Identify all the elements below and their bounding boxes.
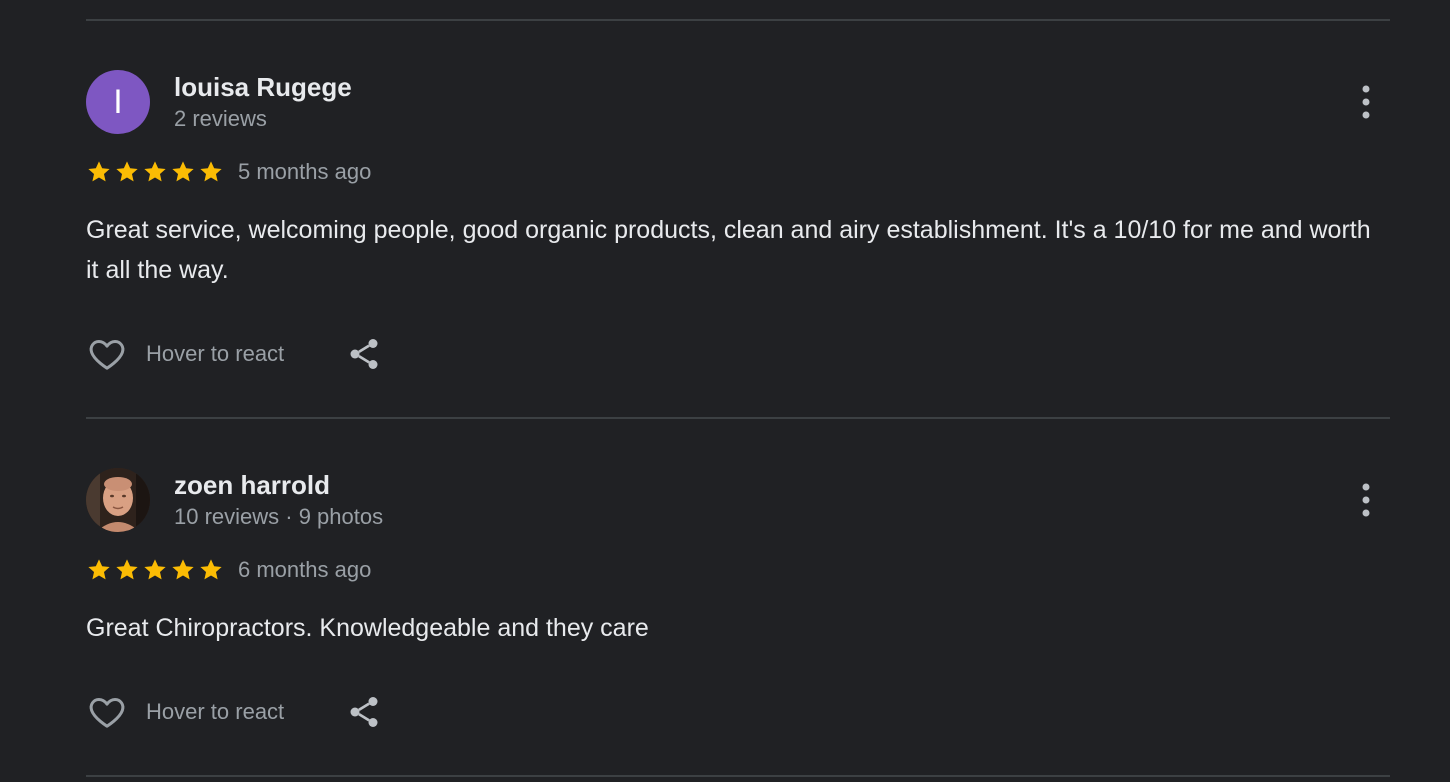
- divider-top: [86, 19, 1390, 21]
- react-button[interactable]: Hover to react: [86, 334, 284, 374]
- heart-icon: [89, 698, 125, 728]
- star-icon: [200, 559, 222, 580]
- divider-middle: [86, 417, 1390, 419]
- star-icon: [172, 559, 194, 580]
- heart-icon: [89, 340, 125, 370]
- star-icon: [172, 161, 194, 182]
- more-vert-icon[interactable]: [1356, 482, 1376, 518]
- rating-row: 5 months ago: [86, 156, 371, 188]
- star-icon: [116, 161, 138, 182]
- avatar-photo: [86, 468, 150, 532]
- rating-row: 6 months ago: [86, 554, 371, 586]
- star-rating: [86, 557, 224, 583]
- review-card: zoen harrold 10 reviews · 9 photos 6 mon…: [86, 468, 1390, 758]
- share-icon[interactable]: [346, 336, 382, 372]
- star-icon: [200, 161, 222, 182]
- reviewer-meta: 2 reviews: [174, 106, 267, 131]
- review-time: 5 months ago: [238, 159, 372, 184]
- star-rating: [86, 159, 224, 185]
- review-time: 6 months ago: [238, 557, 372, 582]
- reviewer-meta: 10 reviews · 9 photos: [174, 504, 384, 529]
- divider-bottom: [86, 775, 1390, 777]
- react-label: Hover to react: [146, 699, 285, 724]
- reviewer-name[interactable]: zoen harrold: [174, 470, 330, 501]
- star-icon: [88, 161, 110, 182]
- star-icon: [88, 559, 110, 580]
- react-label: Hover to react: [146, 341, 285, 366]
- star-icon: [144, 559, 166, 580]
- review-text: Great service, welcoming people, good or…: [86, 216, 1371, 284]
- star-icon: [116, 559, 138, 580]
- avatar[interactable]: [86, 468, 150, 532]
- avatar[interactable]: I: [86, 70, 150, 134]
- react-button[interactable]: Hover to react: [86, 692, 284, 732]
- review-actions: Hover to react: [86, 690, 382, 734]
- share-icon[interactable]: [346, 694, 382, 730]
- review-actions: Hover to react: [86, 332, 382, 376]
- star-icon: [144, 161, 166, 182]
- more-vert-icon[interactable]: [1356, 84, 1376, 120]
- review-text: Great Chiropractors. Knowledgeable and t…: [86, 614, 649, 642]
- review-card: I louisa Rugege 2 reviews 5 months ago G…: [86, 70, 1390, 390]
- reviewer-name[interactable]: louisa Rugege: [174, 72, 352, 103]
